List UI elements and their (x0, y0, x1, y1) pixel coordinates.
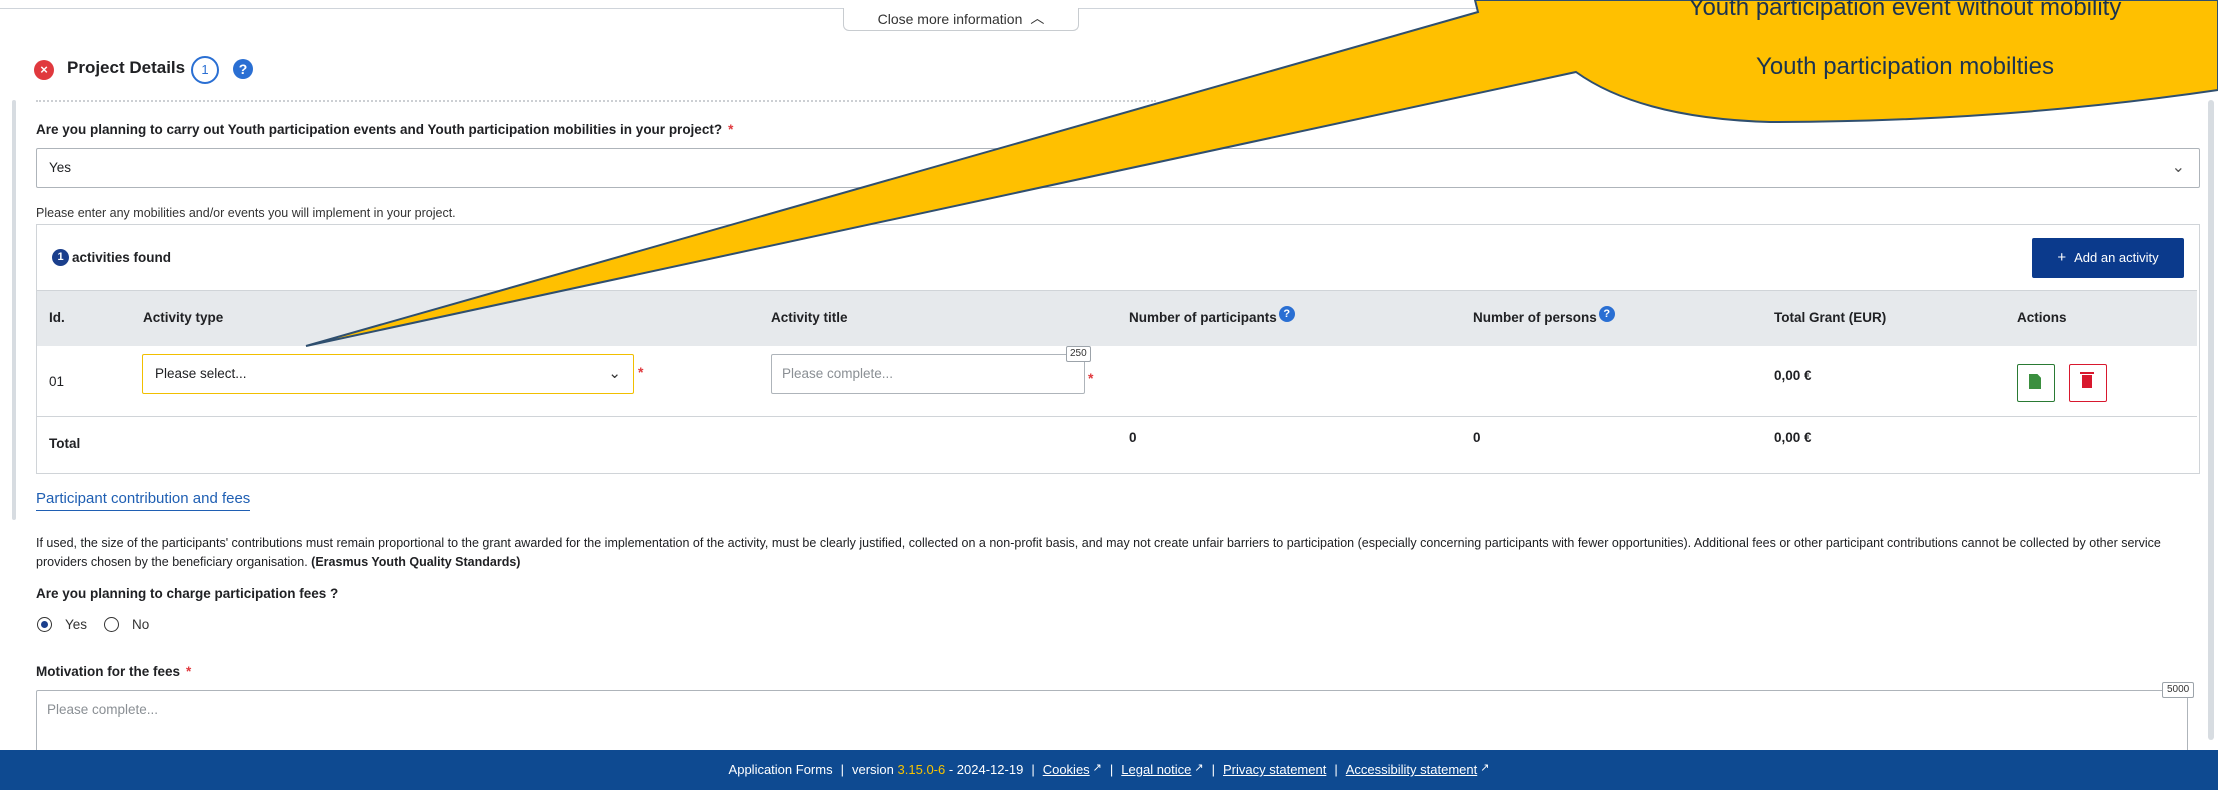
total-label: Total (49, 436, 81, 451)
fees-yes-label[interactable]: Yes (65, 617, 87, 632)
youth-question-text: Are you planning to carry out Youth part… (36, 122, 723, 137)
fees-question: Are you planning to charge participation… (36, 586, 339, 601)
activity-type-select[interactable]: Please select... ⌄ (142, 354, 634, 394)
required-marker: * (728, 122, 734, 137)
column-header-activity-title[interactable]: Activity title (771, 310, 848, 325)
footer-version: 3.15.0-6 (897, 762, 946, 777)
youth-question-select[interactable]: Yes ⌄ (36, 148, 2200, 188)
privacy-statement-link[interactable]: Privacy statement (1223, 762, 1326, 777)
column-header-total-grant[interactable]: Total Grant (EUR) (1774, 310, 1886, 325)
chevron-down-icon: ⌄ (608, 365, 621, 382)
contribution-link[interactable]: Participant contribution and fees (36, 490, 251, 511)
footer-version-prefix: version (851, 762, 894, 777)
section-count-badge: 1 (191, 56, 219, 84)
error-x-icon: × (34, 60, 54, 80)
edit-document-button[interactable] (2017, 364, 2055, 402)
external-link-icon: ↗ (1092, 762, 1102, 774)
left-scrollbar[interactable] (12, 100, 16, 520)
fees-no-label[interactable]: No (132, 617, 149, 632)
plus-icon: + (2057, 249, 2067, 266)
document-icon (2029, 374, 2041, 389)
total-participants: 0 (1129, 430, 1137, 445)
clipped-text-line (36, 100, 1156, 106)
accessibility-statement-link[interactable]: Accessibility statement (1346, 762, 1478, 777)
activities-found-label: activities found (72, 250, 172, 265)
external-link-icon: ↗ (1194, 762, 1204, 774)
row-total-grant: 0,00 € (1774, 368, 1812, 383)
required-marker: * (1088, 370, 1094, 386)
fees-no-radio[interactable] (104, 617, 119, 632)
contribution-standard: (Erasmus Youth Quality Standards) (311, 555, 521, 569)
char-limit-badge: 5000 (2162, 682, 2195, 698)
legal-notice-link[interactable]: Legal notice (1121, 762, 1191, 777)
activities-hint: Please enter any mobilities and/or event… (36, 206, 456, 220)
add-activity-label: Add an activity (2074, 250, 2159, 265)
close-more-information-toggle[interactable]: Close more information ︿ (843, 8, 1079, 31)
row-id: 01 (49, 374, 65, 389)
total-grant: 0,00 € (1774, 430, 1812, 445)
participants-header-label: Number of participants (1129, 310, 1277, 325)
contribution-text: If used, the size of the participants' c… (36, 534, 2186, 572)
youth-question-label: Are you planning to carry out Youth part… (36, 122, 733, 137)
footer-date: - 2024-12-19 (948, 762, 1024, 777)
section-title: Project Details (67, 58, 186, 77)
top-border (0, 0, 1540, 9)
required-marker: * (638, 364, 644, 380)
column-header-activity-type[interactable]: Activity type (143, 310, 223, 325)
callout-line-1: Youth participation event without mobili… (1689, 0, 2122, 21)
persons-header-label: Number of persons (1473, 310, 1597, 325)
add-activity-button[interactable]: + Add an activity (2032, 238, 2184, 278)
required-marker: * (186, 664, 192, 679)
motivation-placeholder: Please complete... (47, 702, 159, 717)
footer-app-name: Application Forms (728, 762, 833, 777)
char-limit-badge: 250 (1066, 346, 1091, 362)
column-header-participants[interactable]: Number of participants? (1129, 306, 1295, 326)
chevron-down-icon: ⌄ (2171, 159, 2185, 176)
motivation-label: Motivation for the fees * (36, 664, 191, 679)
column-header-actions: Actions (2017, 310, 2067, 325)
chevron-up-icon: ︿ (1030, 10, 1045, 26)
help-question-icon[interactable]: ? (1598, 306, 1615, 322)
activity-type-value: Please select... (155, 366, 247, 381)
activity-title-input[interactable]: Please complete... (771, 354, 1085, 394)
footer: Application Forms | version 3.15.0-6 - 202… (0, 750, 2218, 790)
column-header-persons[interactable]: Number of persons? (1473, 306, 1615, 326)
delete-button[interactable] (2069, 364, 2107, 402)
column-header-id[interactable]: Id. (49, 310, 65, 325)
activity-title-placeholder: Please complete... (782, 366, 894, 381)
close-more-label: Close more information (877, 11, 1023, 27)
callout-line-2: Youth participation mobilties (1756, 53, 2054, 80)
trash-icon (2080, 372, 2094, 388)
total-persons: 0 (1473, 430, 1481, 445)
right-scrollbar[interactable] (2208, 100, 2214, 740)
help-question-icon[interactable]: ? (1278, 306, 1295, 322)
activities-count-badge: 1 (52, 249, 69, 266)
external-link-icon: ↗ (1480, 762, 1490, 774)
motivation-textarea[interactable]: Please complete... (36, 690, 2188, 751)
table-total-row (37, 417, 2197, 472)
fees-yes-radio[interactable] (37, 617, 52, 632)
motivation-label-text: Motivation for the fees (36, 664, 181, 679)
cookies-link[interactable]: Cookies (1043, 762, 1090, 777)
help-question-icon[interactable]: ? (233, 59, 253, 79)
youth-question-value: Yes (49, 160, 72, 175)
